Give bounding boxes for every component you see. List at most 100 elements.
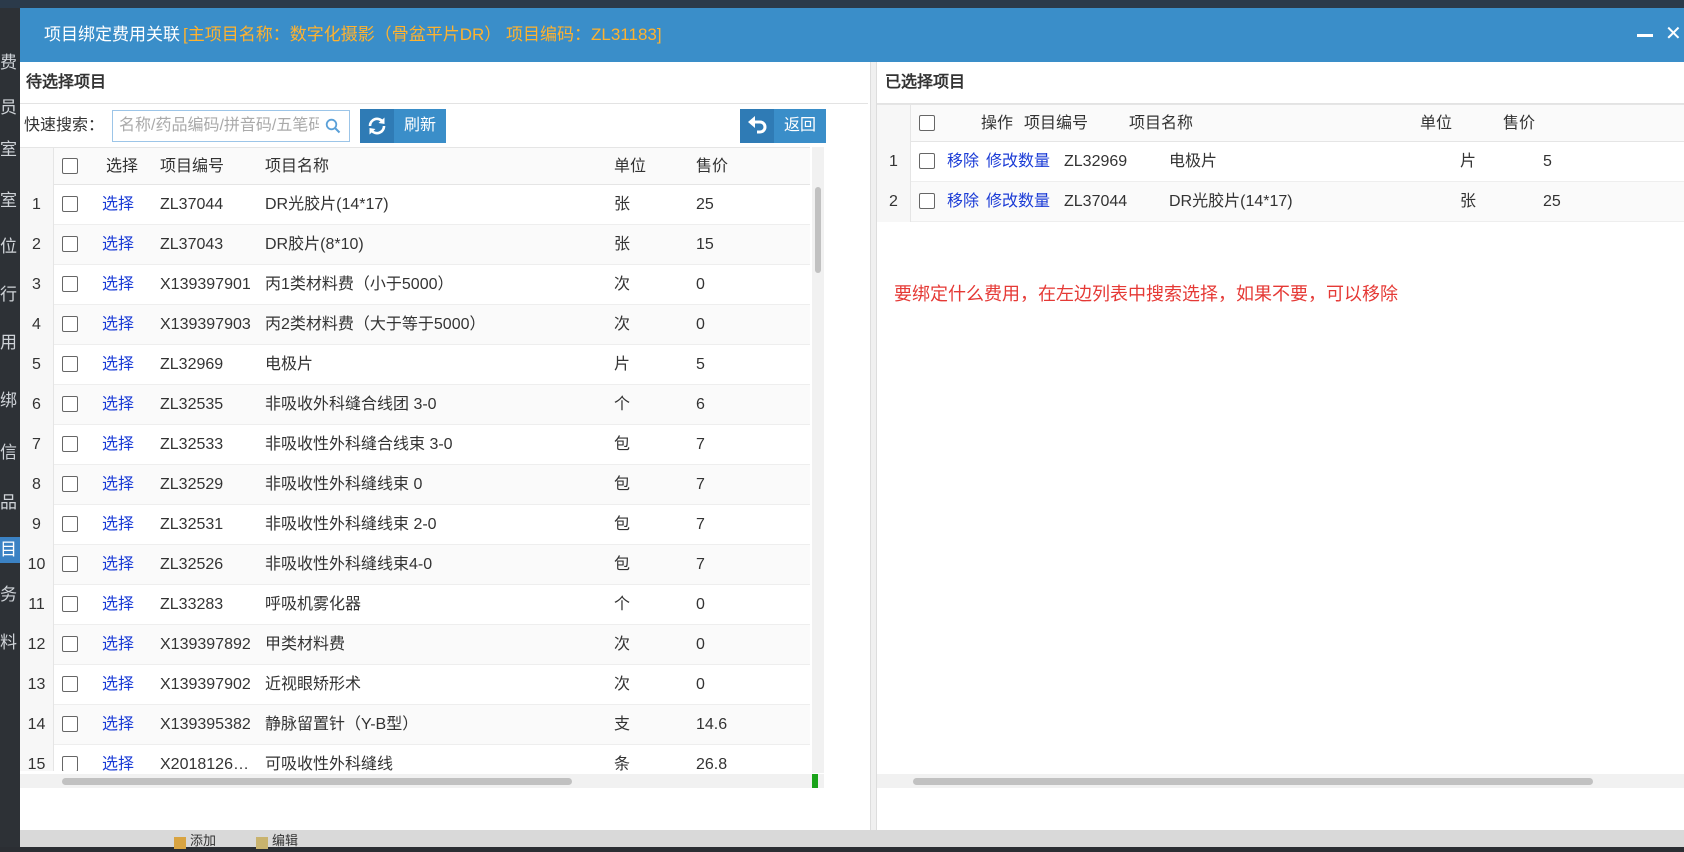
scrollbar-thumb[interactable]: [62, 778, 572, 785]
table-row[interactable]: 11 选择 ZL33283 呼吸机雾化器 个 0: [20, 585, 810, 625]
row-checkbox[interactable]: [62, 636, 78, 652]
table-row[interactable]: 13 选择 X139397902 近视眼矫形术 次 0: [20, 665, 810, 705]
bottom-tab-edit[interactable]: 编辑: [256, 830, 298, 849]
row-checkbox[interactable]: [62, 316, 78, 332]
select-link[interactable]: 选择: [102, 745, 152, 771]
table-row[interactable]: 2 选择 ZL37043 DR胶片(8*10) 张 15: [20, 225, 810, 265]
background-sidebar-item[interactable]: 室: [0, 188, 20, 214]
select-link[interactable]: 选择: [102, 705, 152, 745]
table-row[interactable]: 4 选择 X139397903 丙2类材料费（大于等于5000） 次 0: [20, 305, 810, 345]
row-checkbox[interactable]: [62, 556, 78, 572]
background-sidebar-item[interactable]: 品: [0, 490, 20, 516]
search-icon[interactable]: [325, 118, 341, 134]
table-row[interactable]: 1 选择 ZL37044 DR光胶片(14*17) 张 25: [20, 185, 810, 225]
select-link[interactable]: 选择: [102, 345, 152, 385]
row-checkbox[interactable]: [62, 756, 78, 771]
row-number: 3: [20, 265, 54, 305]
item-unit: 张: [1460, 193, 1477, 210]
table-row[interactable]: 3 选择 X139397901 丙1类材料费（小于5000） 次 0: [20, 265, 810, 305]
table-row[interactable]: 6 选择 ZL32535 非吸收外科缝合线团 3-0 个 6: [20, 385, 810, 425]
remove-link[interactable]: 移除: [947, 182, 983, 222]
close-icon[interactable]: ✕: [1665, 22, 1684, 46]
item-price: 0: [696, 676, 705, 693]
select-link[interactable]: 选择: [102, 465, 152, 505]
background-sidebar-item[interactable]: 位: [0, 234, 20, 260]
select-link[interactable]: 选择: [102, 265, 152, 305]
dialog-titlebar[interactable]: 项目绑定费用关联 [主项目名称：数字化摄影（骨盆平片DR） 项目编码：ZL311…: [20, 8, 1684, 62]
scrollbar-thumb[interactable]: [913, 778, 1593, 785]
item-code: X139397892: [160, 636, 251, 653]
background-sidebar-item[interactable]: 员: [0, 95, 20, 121]
select-all-checkbox[interactable]: [62, 158, 78, 174]
search-input[interactable]: [112, 110, 350, 142]
row-number: 13: [20, 665, 54, 705]
select-link[interactable]: 选择: [102, 185, 152, 225]
scrollbar-thumb[interactable]: [815, 187, 821, 273]
select-link[interactable]: 选择: [102, 545, 152, 585]
select-link[interactable]: 选择: [102, 305, 152, 345]
row-checkbox[interactable]: [62, 436, 78, 452]
candidate-vertical-scrollbar[interactable]: [812, 147, 824, 773]
item-name: 非吸收性外科缝线束 0: [265, 476, 423, 493]
item-price: 7: [696, 476, 705, 493]
background-sidebar-item[interactable]: 室: [0, 137, 20, 163]
select-link[interactable]: 选择: [102, 425, 152, 465]
table-row[interactable]: 14 选择 X139395382 静脉留置针（Y-B型） 支 14.6: [20, 705, 810, 745]
row-checkbox[interactable]: [919, 153, 935, 169]
select-link[interactable]: 选择: [102, 665, 152, 705]
binding-dialog: 项目绑定费用关联 [主项目名称：数字化摄影（骨盆平片DR） 项目编码：ZL311…: [20, 8, 1684, 830]
select-link[interactable]: 选择: [102, 625, 152, 665]
background-sidebar-item[interactable]: 料: [0, 630, 20, 656]
row-number: 5: [20, 345, 54, 385]
row-checkbox[interactable]: [919, 193, 935, 209]
table-row[interactable]: 7 选择 ZL32533 非吸收性外科缝合线束 3-0 包 7: [20, 425, 810, 465]
table-row[interactable]: 5 选择 ZL32969 电极片 片 5: [20, 345, 810, 385]
selected-horizontal-scrollbar[interactable]: [877, 774, 1684, 788]
row-checkbox[interactable]: [62, 676, 78, 692]
row-checkbox[interactable]: [62, 716, 78, 732]
table-row[interactable]: 9 选择 ZL32531 非吸收性外科缝线束 2-0 包 7: [20, 505, 810, 545]
select-link[interactable]: 选择: [102, 505, 152, 545]
row-checkbox[interactable]: [62, 476, 78, 492]
background-sidebar-item[interactable]: 用: [0, 330, 20, 356]
select-link[interactable]: 选择: [102, 225, 152, 265]
table-row[interactable]: 15 选择 X2018126… 可吸收性外科缝线 条 26.8: [20, 745, 810, 771]
candidate-horizontal-scrollbar[interactable]: [20, 774, 824, 788]
background-bottom-toolbar: 添加 编辑: [20, 830, 1684, 849]
background-app-header: [0, 0, 1684, 8]
back-button[interactable]: 返回: [740, 109, 826, 143]
table-row[interactable]: 10 选择 ZL32526 非吸收性外科缝线束4-0 包 7: [20, 545, 810, 585]
table-row[interactable]: 2 移除 修改数量 ZL37044 DR光胶片(14*17) 张 25: [877, 182, 1684, 222]
remove-link[interactable]: 移除: [947, 142, 983, 182]
panel-splitter[interactable]: [870, 62, 877, 830]
search-label: 快速搜索：: [24, 117, 105, 134]
select-all-checkbox[interactable]: [919, 115, 935, 131]
minimize-icon[interactable]: [1636, 26, 1654, 44]
row-checkbox[interactable]: [62, 236, 78, 252]
row-checkbox[interactable]: [62, 276, 78, 292]
table-row[interactable]: 12 选择 X139397892 甲类材料费 次 0: [20, 625, 810, 665]
edit-quantity-link[interactable]: 修改数量: [986, 182, 1056, 222]
item-price: 7: [696, 556, 705, 573]
table-row[interactable]: 1 移除 修改数量 ZL32969 电极片 片 5: [877, 142, 1684, 182]
background-sidebar-item[interactable]: 绑: [0, 388, 20, 414]
select-link[interactable]: 选择: [102, 385, 152, 425]
background-sidebar-item[interactable]: 目: [0, 537, 20, 563]
row-checkbox[interactable]: [62, 516, 78, 532]
row-checkbox[interactable]: [62, 396, 78, 412]
background-sidebar-item[interactable]: 行: [0, 282, 20, 308]
bottom-tab-add[interactable]: 添加: [174, 830, 216, 849]
background-sidebar-item[interactable]: 务: [0, 582, 20, 608]
row-checkbox[interactable]: [62, 596, 78, 612]
row-checkbox[interactable]: [62, 196, 78, 212]
refresh-button[interactable]: 刷新: [360, 109, 446, 143]
table-row[interactable]: 8 选择 ZL32529 非吸收性外科缝线束 0 包 7: [20, 465, 810, 505]
select-link[interactable]: 选择: [102, 585, 152, 625]
row-number: 15: [20, 745, 54, 771]
edit-quantity-link[interactable]: 修改数量: [986, 142, 1056, 182]
row-checkbox[interactable]: [62, 356, 78, 372]
background-sidebar-item[interactable]: 信: [0, 440, 20, 466]
item-price: 5: [696, 356, 705, 373]
background-sidebar-item[interactable]: 费: [0, 50, 20, 76]
item-price: 25: [696, 196, 714, 213]
